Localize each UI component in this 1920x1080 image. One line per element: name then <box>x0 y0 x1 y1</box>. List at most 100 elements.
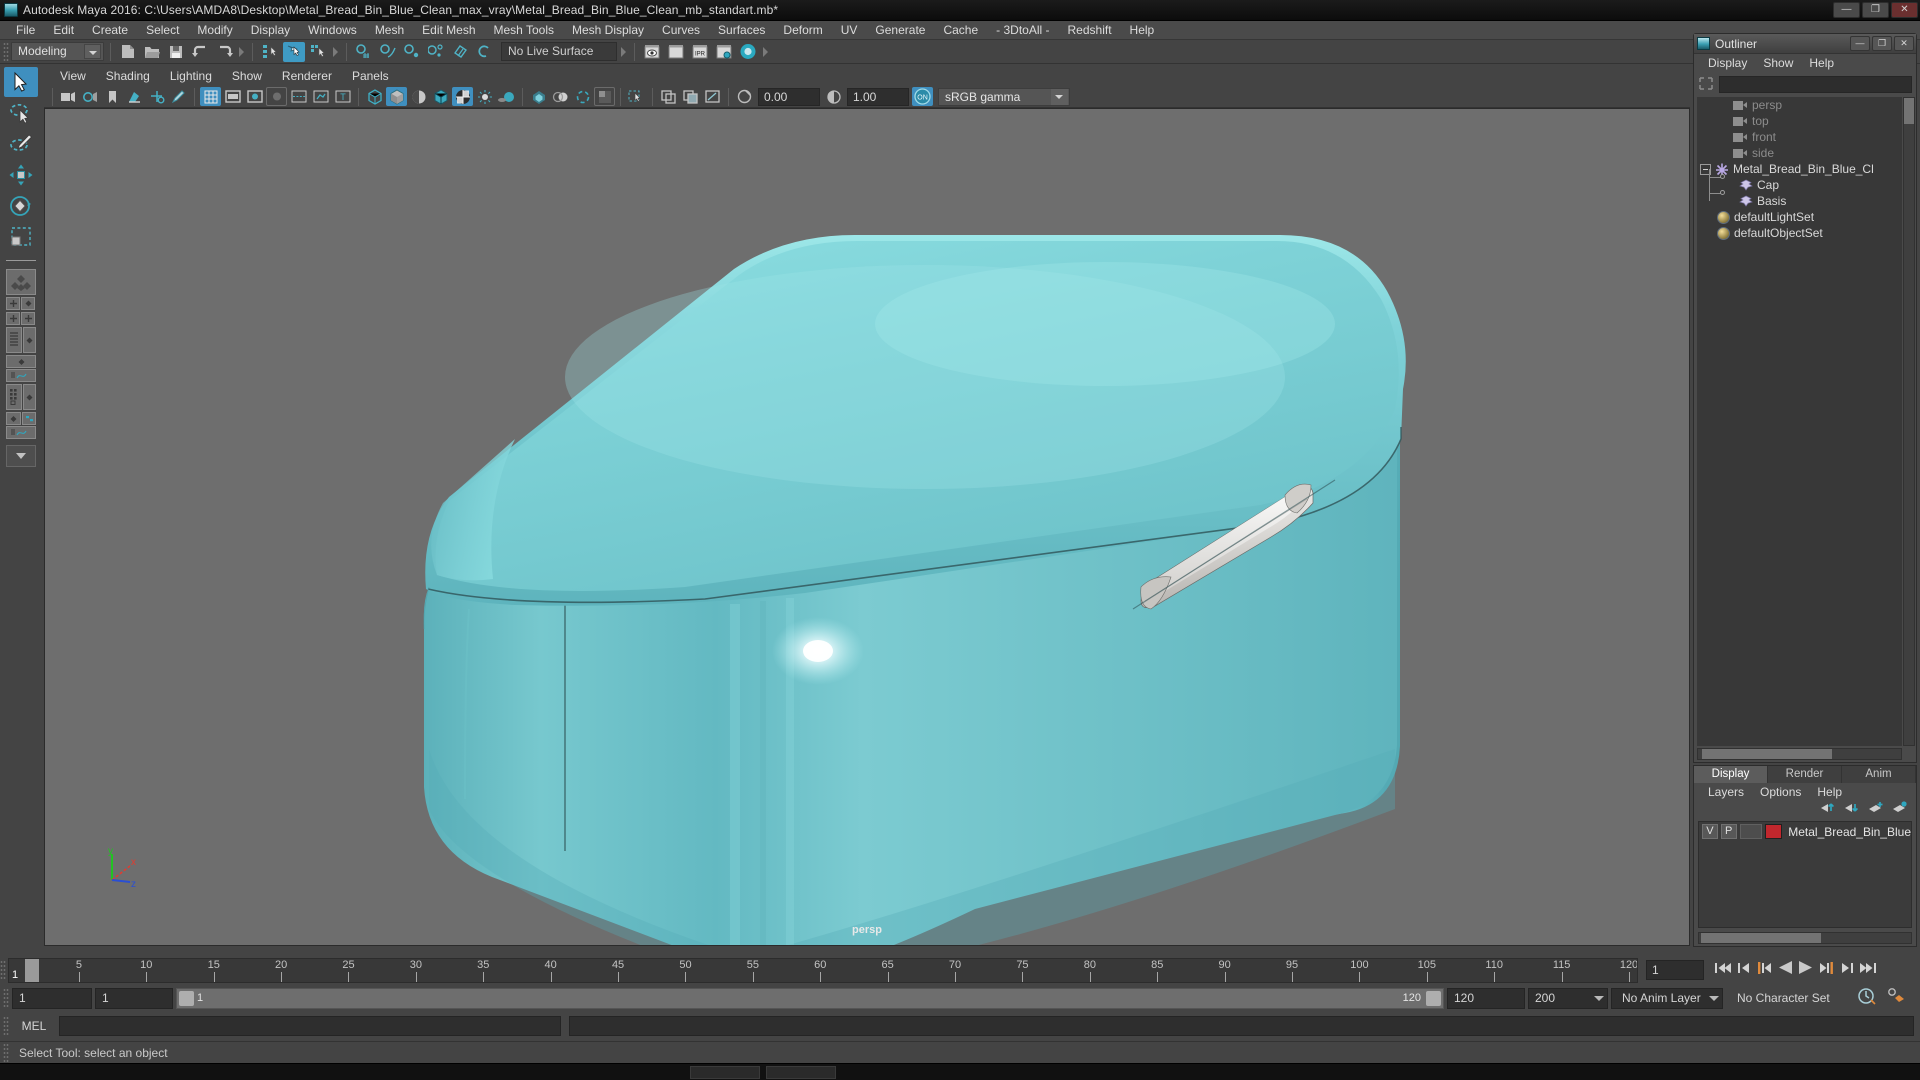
menu-item-uv[interactable]: UV <box>832 22 867 39</box>
outliner-close-button[interactable]: ✕ <box>1894 36 1914 51</box>
outliner-maximize-button[interactable]: ❐ <box>1872 36 1892 51</box>
viewport-menu-lighting[interactable]: Lighting <box>160 67 222 85</box>
perspective-viewport[interactable]: y x z persp <box>44 108 1690 946</box>
outliner-item[interactable]: side <box>1697 145 1902 161</box>
new-scene-icon[interactable] <box>117 42 139 62</box>
command-input[interactable] <box>59 1016 561 1036</box>
hypergraph-pane[interactable] <box>22 412 36 425</box>
toolbar-gripper[interactable] <box>3 1042 9 1063</box>
hypershade-pane[interactable] <box>6 384 22 410</box>
lasso-select-tool[interactable] <box>4 98 38 128</box>
play-backwards-icon[interactable] <box>1777 960 1793 980</box>
outliner-persp-layout[interactable] <box>6 327 22 353</box>
menu-item-mesh-display[interactable]: Mesh Display <box>563 22 653 39</box>
tree-node-dot[interactable] <box>1720 174 1725 179</box>
layer-visibility-toggle[interactable]: V <box>1702 824 1718 839</box>
collapse-arrow-icon[interactable] <box>331 43 340 61</box>
motion-blur-icon[interactable] <box>550 87 571 106</box>
depth-of-field-icon[interactable] <box>594 87 615 106</box>
persp-small-pane[interactable] <box>6 412 21 425</box>
make-live-icon[interactable] <box>473 42 495 62</box>
outliner-minimize-button[interactable]: — <box>1850 36 1870 51</box>
color-management-toggle-icon[interactable]: ON <box>912 87 933 106</box>
gamma-icon[interactable] <box>823 87 844 106</box>
select-tool[interactable] <box>4 67 38 97</box>
close-button[interactable]: ✕ <box>1891 2 1918 18</box>
select-camera-icon[interactable] <box>58 87 79 106</box>
menu-item-generate[interactable]: Generate <box>866 22 934 39</box>
command-language-label[interactable]: MEL <box>13 1019 55 1033</box>
xray-joints-icon[interactable] <box>680 87 701 106</box>
time-slider-cursor[interactable] <box>25 958 39 982</box>
tree-node-dot[interactable] <box>1720 190 1725 195</box>
viewport-menu-renderer[interactable]: Renderer <box>272 67 342 85</box>
menu-item-windows[interactable]: Windows <box>299 22 366 39</box>
taskbar-item[interactable] <box>766 1066 836 1079</box>
menu-item-curves[interactable]: Curves <box>653 22 709 39</box>
layer-menu-options[interactable]: Options <box>1752 784 1809 800</box>
menu-item-edit[interactable]: Edit <box>44 22 83 39</box>
texture-icon[interactable] <box>452 87 473 106</box>
graph-editor-bottom-pane[interactable] <box>6 426 36 439</box>
layer-color-swatch[interactable] <box>1764 824 1783 839</box>
move-layer-up-icon[interactable] <box>1820 801 1836 819</box>
viewport-menu-show[interactable]: Show <box>222 67 272 85</box>
range-handle-right[interactable] <box>1426 990 1441 1006</box>
rotate-tool[interactable] <box>4 191 38 221</box>
collapse-arrow-icon[interactable] <box>237 43 246 61</box>
screen-space-ambient-occlusion-icon[interactable] <box>528 87 549 106</box>
move-tool[interactable] <box>4 160 38 190</box>
viewport-menu-view[interactable]: View <box>50 67 96 85</box>
safe-action-icon[interactable] <box>310 87 331 106</box>
render-sequence-icon[interactable] <box>665 42 687 62</box>
current-time-field[interactable]: 1 <box>1646 960 1704 980</box>
menu-item-edit-mesh[interactable]: Edit Mesh <box>413 22 484 39</box>
minimize-button[interactable]: — <box>1833 2 1860 18</box>
redo-icon[interactable] <box>213 42 235 62</box>
smooth-shade-all-icon[interactable] <box>386 87 407 106</box>
shade-flat-icon[interactable] <box>408 87 429 106</box>
outliner-search-input[interactable] <box>1719 75 1912 93</box>
menu-item-help[interactable]: Help <box>1121 22 1164 39</box>
scale-tool[interactable] <box>4 222 38 252</box>
outliner-item[interactable]: front <box>1697 129 1902 145</box>
menu-item-mesh-tools[interactable]: Mesh Tools <box>485 22 563 39</box>
auto-keyframe-icon[interactable] <box>1857 987 1877 1010</box>
menu-item-create[interactable]: Create <box>83 22 137 39</box>
outliner-item[interactable]: Cap <box>1697 177 1902 193</box>
layer-playback-toggle[interactable]: P <box>1720 824 1737 839</box>
open-scene-icon[interactable] <box>141 42 163 62</box>
save-scene-icon[interactable] <box>165 42 187 62</box>
toolbar-gripper[interactable] <box>3 988 9 1008</box>
animation-end-time-field[interactable]: 200 <box>1528 987 1608 1009</box>
film-origin-icon[interactable] <box>288 87 309 106</box>
graph-editor-pane[interactable] <box>6 369 36 382</box>
outliner-item[interactable]: persp <box>1697 97 1902 113</box>
command-output[interactable] <box>569 1016 1914 1036</box>
xray-icon[interactable] <box>658 87 679 106</box>
title-safe-icon[interactable]: T <box>332 87 353 106</box>
menu-item-redshift[interactable]: Redshift <box>1059 22 1121 39</box>
xray-active-components-icon[interactable] <box>702 87 723 106</box>
shadows-icon[interactable] <box>496 87 517 106</box>
outliner-tree[interactable]: persp top front side Metal_Bread_Bin_Blue_Cl… <box>1697 97 1902 746</box>
outliner-item[interactable]: Basis <box>1697 193 1902 209</box>
hypershade-icon[interactable] <box>737 42 759 62</box>
outliner-menu-display[interactable]: Display <box>1700 55 1755 72</box>
use-default-light-icon[interactable] <box>474 87 495 106</box>
snap-to-grid-icon[interactable] <box>353 42 375 62</box>
go-to-start-icon[interactable] <box>1714 961 1732 980</box>
new-layer-from-selected-icon[interactable] <box>1892 801 1908 819</box>
select-by-hierarchy-icon[interactable] <box>259 42 281 62</box>
toolbar-gripper[interactable] <box>0 960 6 980</box>
layer-row[interactable]: V P Metal_Bread_Bin_Blue <box>1699 822 1911 841</box>
menu-item-cache[interactable]: Cache <box>934 22 987 39</box>
filter-icon[interactable] <box>1698 76 1716 92</box>
scrollbar-thumb[interactable] <box>1702 749 1832 759</box>
render-current-frame-icon[interactable] <box>641 42 663 62</box>
select-by-component-icon[interactable] <box>307 42 329 62</box>
menu-item-file[interactable]: File <box>7 22 44 39</box>
step-back-frame-icon[interactable] <box>1737 961 1751 980</box>
new-layer-icon[interactable] <box>1868 801 1884 819</box>
collapse-arrow-icon[interactable] <box>619 43 628 61</box>
